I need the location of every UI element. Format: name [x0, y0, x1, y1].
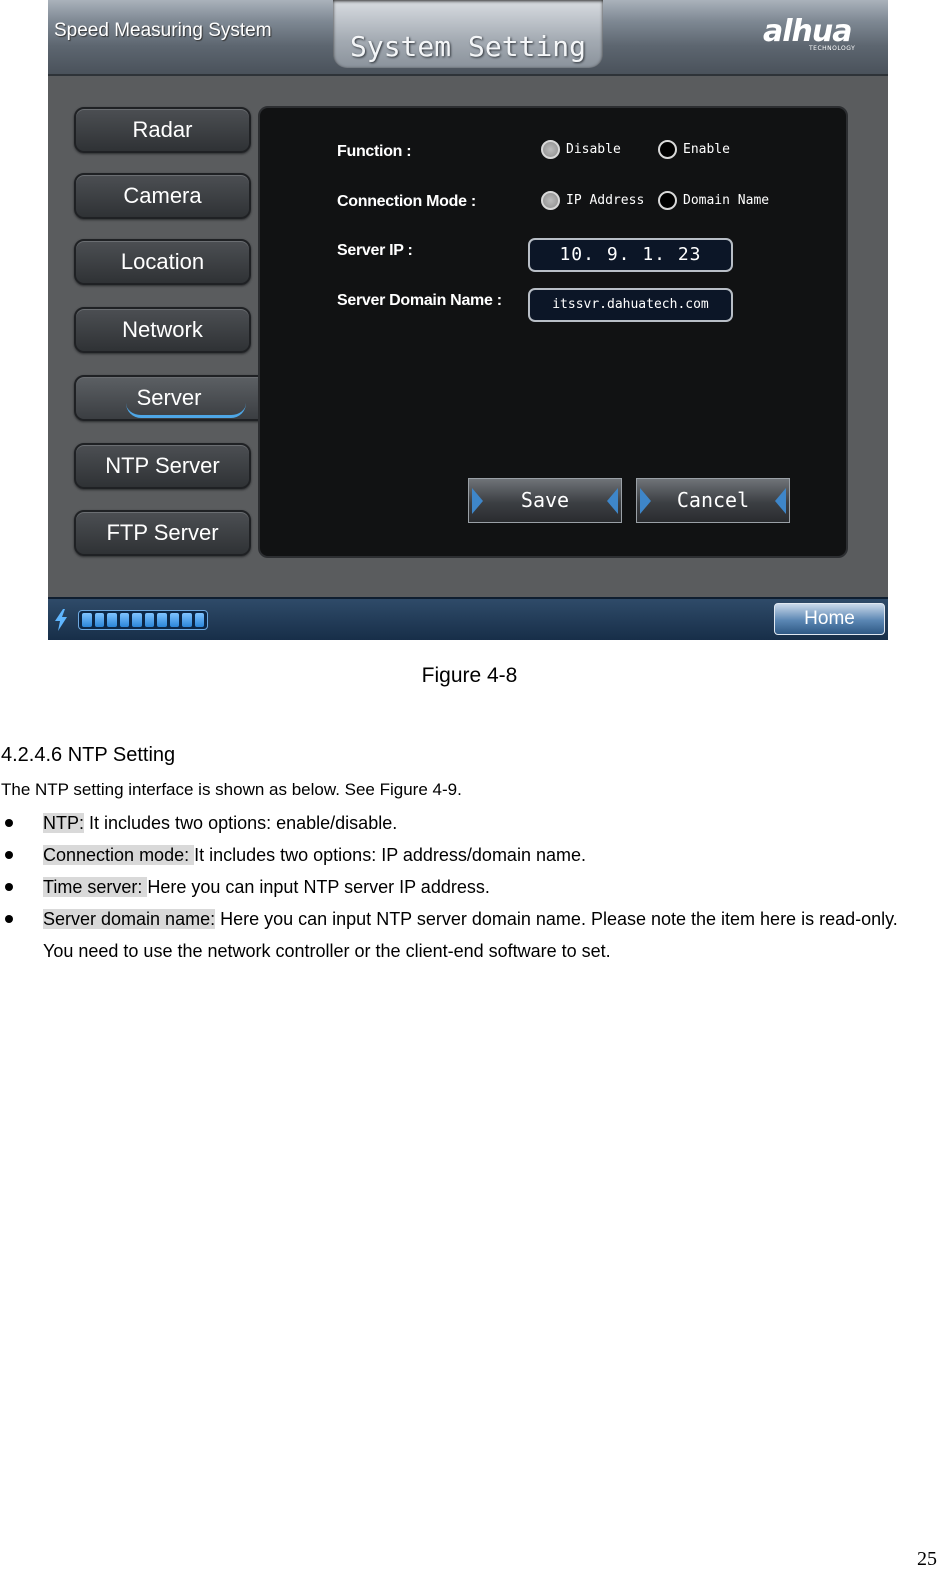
- intro-paragraph: The NTP setting interface is shown as be…: [1, 780, 462, 799]
- server-ip-field[interactable]: 10. 9. 1. 23: [528, 238, 733, 272]
- bullet-icon: [5, 851, 13, 859]
- screen-title: System Setting: [349, 30, 586, 63]
- status-progress-bar: [78, 610, 208, 630]
- home-button[interactable]: Home: [774, 603, 885, 635]
- cancel-button-label: Cancel: [676, 488, 750, 512]
- nav-item-radar[interactable]: Radar: [74, 107, 251, 153]
- connection-mode-label: Connection Mode :: [337, 193, 476, 210]
- server-domain-label: Server Domain Name :: [337, 292, 502, 309]
- arrow-right-icon: [640, 488, 651, 514]
- arrow-left-icon: [607, 488, 618, 514]
- function-label: Function :: [337, 143, 412, 160]
- bullet-term: Time server:: [43, 877, 148, 897]
- bullet-term: NTP:: [43, 813, 85, 833]
- connection-ip-label: IP Address: [566, 193, 645, 208]
- nav-item-network[interactable]: Network: [74, 307, 251, 353]
- section-heading: 4.2.4.6 NTP Setting: [1, 744, 176, 766]
- page-number: 25: [917, 1548, 937, 1570]
- brand-logo-subtext: TECHNOLOGY: [809, 45, 856, 52]
- server-settings-panel: Function : Disable Enable Connection Mod…: [258, 106, 848, 558]
- nav-item-label: Location: [120, 249, 205, 274]
- function-enable-radio[interactable]: [658, 140, 677, 159]
- brand-logo: alhua TECHNOLOGY: [763, 14, 871, 54]
- brand-logo-text: alhua: [763, 14, 852, 49]
- nav-item-label: Camera: [123, 183, 202, 208]
- bullet-body: It includes two options: IP address/doma…: [194, 845, 586, 865]
- server-domain-field[interactable]: itssvr.dahuatech.com: [528, 288, 733, 322]
- bullet-icon: [5, 819, 13, 827]
- function-disable-label: Disable: [566, 142, 621, 157]
- nav-item-label: Radar: [132, 117, 193, 142]
- nav-item-server[interactable]: Server: [74, 375, 264, 421]
- app-name: Speed Measuring System: [54, 20, 272, 41]
- title-plate: System Setting: [333, 0, 603, 68]
- nav-item-ftp-server[interactable]: FTP Server: [74, 510, 251, 556]
- server-domain-value: itssvr.dahuatech.com: [552, 297, 709, 312]
- nav-item-camera[interactable]: Camera: [74, 173, 251, 219]
- function-disable-radio[interactable]: [541, 140, 560, 159]
- bullet-term: Connection mode:: [43, 845, 195, 865]
- status-progress-fill: [79, 611, 207, 629]
- bullet-body: It includes two options: enable/disable.: [84, 813, 398, 833]
- nav-item-label: FTP Server: [106, 520, 219, 545]
- connection-ip-radio[interactable]: [541, 191, 560, 210]
- bullet-icon: [5, 915, 13, 923]
- nav-item-label: NTP Server: [105, 453, 220, 478]
- bullet-body: Here you can input NTP server IP address…: [147, 877, 490, 897]
- nav-item-location[interactable]: Location: [74, 239, 251, 285]
- connection-domain-radio[interactable]: [658, 191, 677, 210]
- nav-item-label: Network: [122, 317, 203, 342]
- lightning-icon: [55, 609, 67, 631]
- function-enable-label: Enable: [683, 142, 730, 157]
- save-button[interactable]: Save: [468, 478, 622, 523]
- nav-item-ntp-server[interactable]: NTP Server: [74, 443, 251, 489]
- bullet-term: Server domain name:: [43, 909, 216, 929]
- bullet-icon: [5, 883, 13, 891]
- connection-domain-label: Domain Name: [683, 193, 770, 208]
- status-bar: Home: [48, 597, 888, 640]
- arrow-right-icon: [472, 488, 483, 514]
- cancel-button[interactable]: Cancel: [636, 478, 790, 523]
- system-setting-screenshot: Speed Measuring System System Setting al…: [48, 0, 888, 640]
- save-button-label: Save: [520, 488, 570, 512]
- active-indicator: [126, 403, 246, 418]
- server-ip-label: Server IP :: [337, 242, 413, 259]
- title-bar: Speed Measuring System System Setting al…: [48, 0, 888, 76]
- server-ip-value: 10. 9. 1. 23: [559, 244, 702, 265]
- arrow-left-icon: [775, 488, 786, 514]
- figure-caption: Figure 4-8: [421, 664, 518, 687]
